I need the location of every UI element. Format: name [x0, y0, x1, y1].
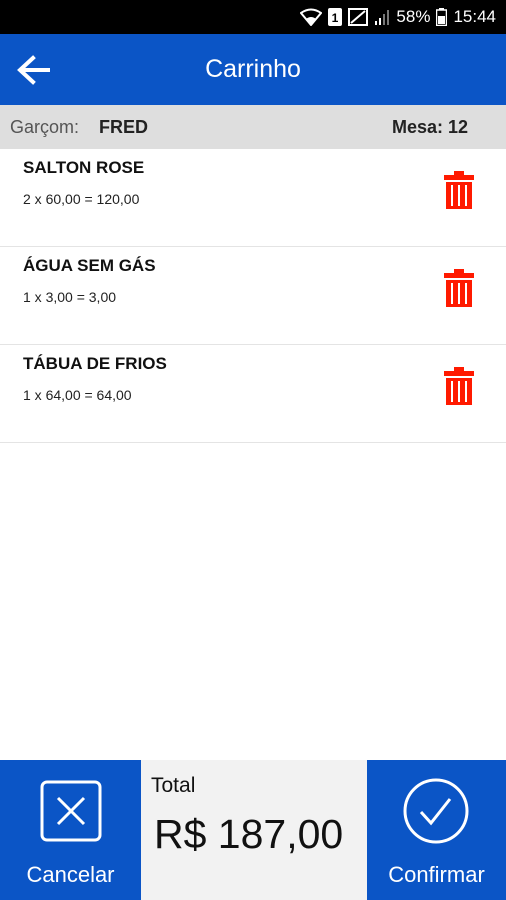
sim-card-icon: 1	[328, 8, 343, 26]
waiter-name: FRED	[99, 117, 148, 137]
wifi-icon	[300, 8, 323, 26]
back-button[interactable]	[14, 50, 54, 90]
total-panel: Total R$ 187,00	[141, 760, 367, 900]
cart-item: SALTON ROSE 2 x 60,00 = 120,00	[0, 149, 506, 247]
info-bar: Garçom: FRED Mesa: 12	[0, 105, 506, 149]
battery-icon	[436, 8, 448, 26]
signal-bars-icon	[374, 8, 390, 26]
item-name: TÁBUA DE FRIOS	[23, 354, 167, 373]
trash-icon	[444, 269, 474, 307]
delete-button[interactable]	[444, 269, 474, 307]
footer-bar: Cancelar Total R$ 187,00 Confirmar	[0, 760, 506, 900]
clock: 15:44	[453, 7, 496, 26]
cart-item: TÁBUA DE FRIOS 1 x 64,00 = 64,00	[0, 345, 506, 443]
waiter-label: Garçom:	[10, 117, 80, 137]
svg-text:1: 1	[332, 11, 339, 25]
item-name: SALTON ROSE	[23, 158, 145, 177]
arrow-left-icon	[17, 55, 50, 85]
page-title: Carrinho	[205, 55, 301, 83]
item-subtotal: 1 x 64,00 = 64,00	[23, 387, 132, 403]
trash-icon	[444, 171, 474, 209]
close-box-icon	[40, 780, 102, 842]
item-subtotal: 2 x 60,00 = 120,00	[23, 191, 140, 207]
check-circle-icon	[403, 778, 469, 844]
cart-list: SALTON ROSE 2 x 60,00 = 120,00 ÁGUA SEM …	[0, 149, 506, 443]
cart-item: ÁGUA SEM GÁS 1 x 3,00 = 3,00	[0, 247, 506, 345]
delete-button[interactable]	[444, 171, 474, 209]
cancel-button[interactable]: Cancelar	[0, 760, 141, 900]
app-bar: Carrinho	[0, 34, 506, 105]
total-value: R$ 187,00	[154, 811, 344, 857]
delete-button[interactable]	[444, 367, 474, 405]
total-label: Total	[151, 774, 196, 797]
status-bar: 1 58% 15:44	[0, 0, 506, 34]
battery-percent: 58%	[396, 7, 431, 26]
table-number: Mesa: 12	[391, 117, 468, 137]
cancel-label: Cancelar	[26, 862, 115, 887]
item-subtotal: 1 x 3,00 = 3,00	[23, 289, 117, 305]
signal-off-icon	[348, 8, 369, 26]
confirm-button[interactable]: Confirmar	[367, 760, 506, 900]
trash-icon	[444, 367, 474, 405]
item-name: ÁGUA SEM GÁS	[23, 256, 156, 275]
confirm-label: Confirmar	[388, 862, 485, 887]
